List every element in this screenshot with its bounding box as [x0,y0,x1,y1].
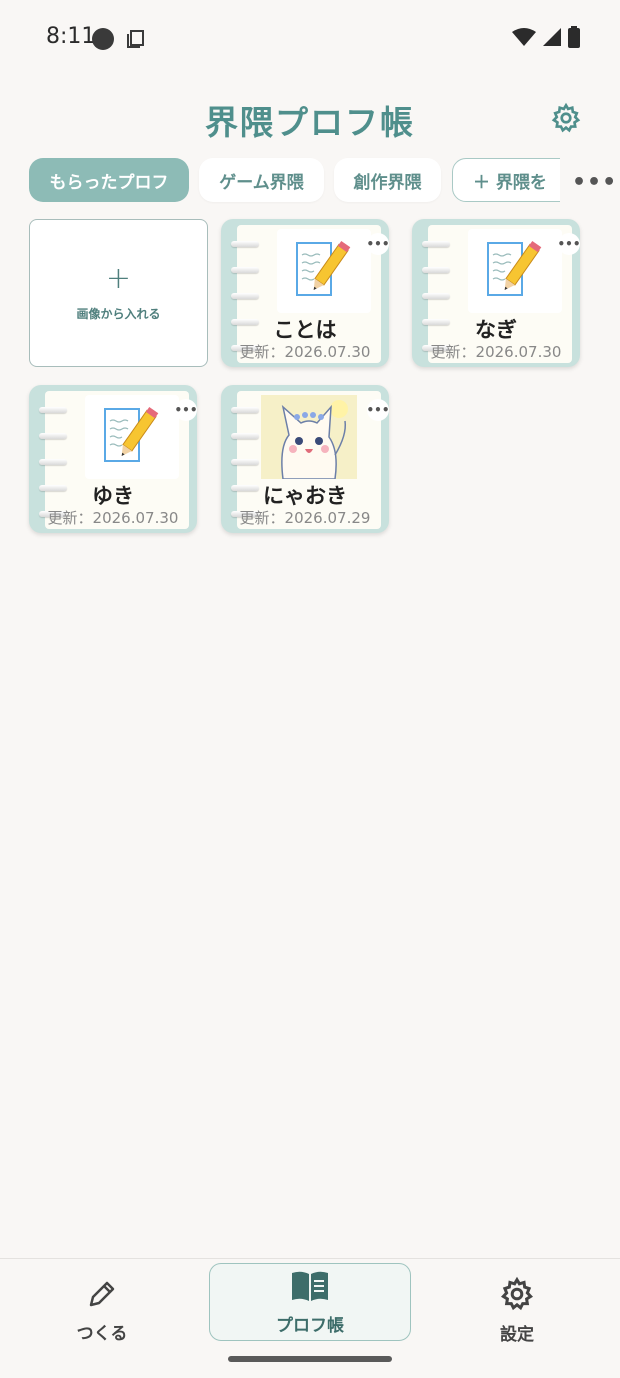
screenshot-notification-icon [127,30,144,48]
nav-settings[interactable]: 設定 [437,1265,597,1355]
card-date: 更新：2026.07.30 [239,343,371,361]
memo-pencil-icon [468,229,562,313]
page-title: 界隈プロフ帳 [205,103,415,142]
profile-card[interactable]: ••• ことは 更新：2026.07.30 [221,219,390,367]
nav-label: プロフ帳 [276,1315,344,1336]
card-name: ことは [273,318,337,342]
nav-label: 設定 [500,1324,534,1345]
status-time: 8:11 [46,24,96,49]
tab-received-profiles[interactable]: もらったプロフ [29,158,189,202]
binder-ring [39,433,67,439]
nav-label: つくる [76,1323,128,1344]
memo-pencil-icon [85,395,179,479]
tab-game[interactable]: ゲーム界隈 [199,158,324,202]
binder-ring [39,407,67,413]
binder-ring [422,241,450,247]
notification-dot-icon [92,28,114,50]
binder-ring [231,267,259,273]
binder-ring [231,433,259,439]
card-name: にゃおき [263,484,347,508]
nav-create[interactable]: つくる [22,1265,182,1355]
gear-icon [500,1276,534,1310]
card-menu-button[interactable]: ••• [367,399,390,421]
status-bar: 8:11 [0,0,620,80]
binder-ring [39,459,67,465]
card-menu-button[interactable]: ••• [558,233,581,255]
plus-icon: + [105,260,132,296]
binder-ring [422,293,450,299]
tab-creative[interactable]: 創作界隈 [334,158,441,202]
wifi-icon [512,28,536,46]
card-date: 更新：2026.07.30 [47,509,179,527]
profile-card[interactable]: ••• なぎ 更新：2026.07.30 [412,219,581,367]
category-tabs: もらったプロフ ゲーム界隈 創作界隈 ＋ 界隈を [0,156,560,204]
nav-profile-book[interactable]: プロフ帳 [209,1263,411,1341]
profile-card[interactable]: ••• にゃおき 更新：2026.07.29 [221,385,390,533]
home-indicator[interactable] [228,1356,392,1362]
card-menu-button[interactable]: ••• [175,399,198,421]
more-options-icon[interactable]: ••• [572,170,617,195]
cat-illustration [261,395,357,480]
binder-ring [422,267,450,273]
pencil-icon [89,1281,115,1306]
binder-ring [231,293,259,299]
battery-icon [568,26,580,48]
profile-card[interactable]: ••• ゆき 更新：2026.07.30 [29,385,198,533]
card-menu-button[interactable]: ••• [367,233,390,255]
memo-pencil-icon [277,229,371,313]
book-icon [292,1271,328,1301]
card-name: ゆき [92,484,134,508]
import-label: 画像から入れる [76,306,161,321]
import-from-image-button[interactable]: + 画像から入れる [29,219,208,367]
binder-ring [231,241,259,247]
status-indicators [512,26,580,48]
card-name: なぎ [475,318,517,342]
add-category-button[interactable]: ＋ 界隈を [452,158,560,202]
card-date: 更新：2026.07.29 [239,509,371,527]
cellular-icon [543,28,561,46]
binder-ring [231,459,259,465]
binder-ring [231,407,259,413]
card-date: 更新：2026.07.30 [430,343,562,361]
settings-gear-icon[interactable] [550,102,582,134]
